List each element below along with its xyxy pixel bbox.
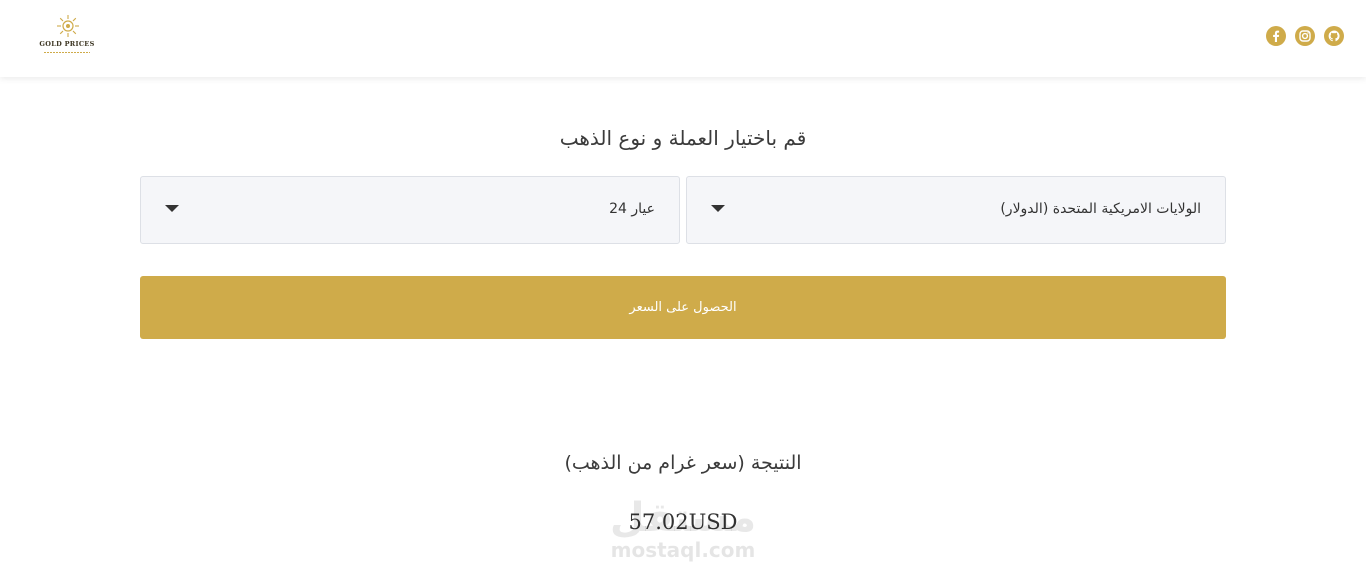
result-heading: النتيجة (سعر غرام من الذهب) [564, 452, 802, 474]
form-heading: قم باختيار العملة و نوع الذهب [559, 126, 807, 150]
site-logo[interactable]: GOLD PRICES [34, 14, 100, 58]
instagram-icon[interactable] [1295, 26, 1315, 46]
currency-select-value: الولايات الامريكية المتحدة (الدولار) [1000, 201, 1201, 217]
sun-logo-icon [57, 15, 79, 37]
get-price-button[interactable]: الحصول على السعر [140, 276, 1226, 339]
currency-select[interactable]: الولايات الامريكية المتحدة (الدولار) [686, 176, 1226, 244]
facebook-icon[interactable] [1266, 26, 1286, 46]
header: GOLD PRICES [0, 0, 1366, 77]
karat-select[interactable]: عيار 24 [140, 176, 680, 244]
chevron-down-icon [165, 205, 179, 212]
logo-title: GOLD PRICES [39, 40, 95, 48]
result-value: 57.02USD [628, 510, 738, 534]
chevron-down-icon [711, 205, 725, 212]
github-icon[interactable] [1324, 26, 1344, 46]
karat-select-value: عيار 24 [609, 201, 655, 217]
watermark-latin: mostaql.com [610, 538, 756, 562]
social-links [1266, 26, 1344, 46]
logo-tagline-line [44, 51, 90, 55]
